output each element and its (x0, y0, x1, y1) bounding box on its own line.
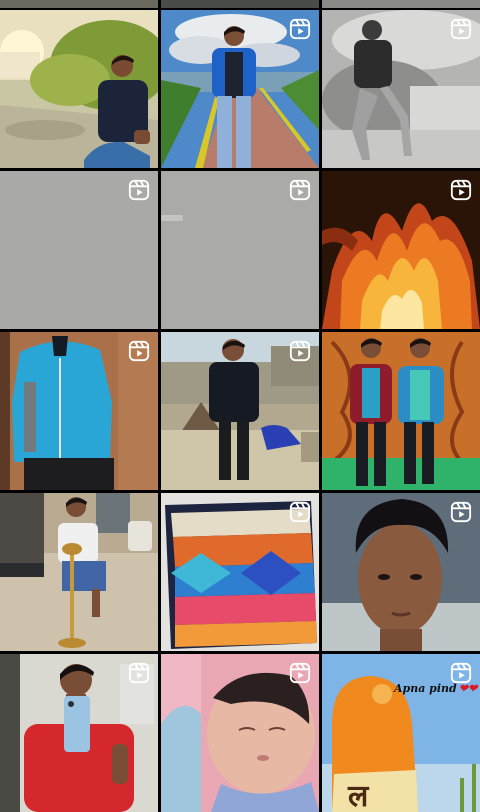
previous-tile-edge (322, 0, 480, 8)
reel-tile[interactable] (0, 654, 158, 812)
reels-icon (450, 662, 472, 684)
reel-caption-text: Apna pind (394, 682, 457, 695)
post-thumbnail (0, 493, 158, 651)
reels-icon (450, 18, 472, 40)
reel-tile[interactable] (161, 171, 319, 329)
reel-tile[interactable] (161, 493, 319, 651)
previous-row-edge (0, 0, 480, 10)
hearts-icon: ❤❤ (458, 682, 478, 695)
previous-tile-edge (0, 0, 158, 8)
post-tile[interactable] (322, 332, 480, 490)
reel-tile[interactable] (322, 493, 480, 651)
reels-icon (128, 662, 150, 684)
post-thumbnail (322, 332, 480, 490)
posts-grid: ल Apna pind ❤❤ (0, 10, 480, 812)
reels-icon (450, 179, 472, 201)
reel-tile[interactable] (322, 10, 480, 168)
reel-tile[interactable] (322, 171, 480, 329)
previous-tile-edge (161, 0, 319, 8)
reel-caption: Apna pind ❤❤ (394, 682, 477, 695)
reel-tile[interactable] (0, 332, 158, 490)
reel-tile[interactable] (161, 654, 319, 812)
profile-posts-grid-view: ल Apna pind ❤❤ (0, 0, 480, 812)
post-thumbnail (0, 10, 158, 168)
reels-icon (128, 179, 150, 201)
reel-tile[interactable] (0, 171, 158, 329)
reels-icon (289, 662, 311, 684)
reels-icon (289, 501, 311, 523)
reels-icon (289, 18, 311, 40)
reel-tile[interactable] (161, 332, 319, 490)
reels-icon (450, 501, 472, 523)
reel-tile[interactable] (161, 10, 319, 168)
svg-text:ल: ल (347, 779, 370, 812)
reel-tile[interactable]: ल Apna pind ❤❤ (322, 654, 480, 812)
reels-icon (289, 340, 311, 362)
post-tile[interactable] (0, 493, 158, 651)
post-tile[interactable] (0, 10, 158, 168)
reels-icon (128, 340, 150, 362)
reels-icon (289, 179, 311, 201)
